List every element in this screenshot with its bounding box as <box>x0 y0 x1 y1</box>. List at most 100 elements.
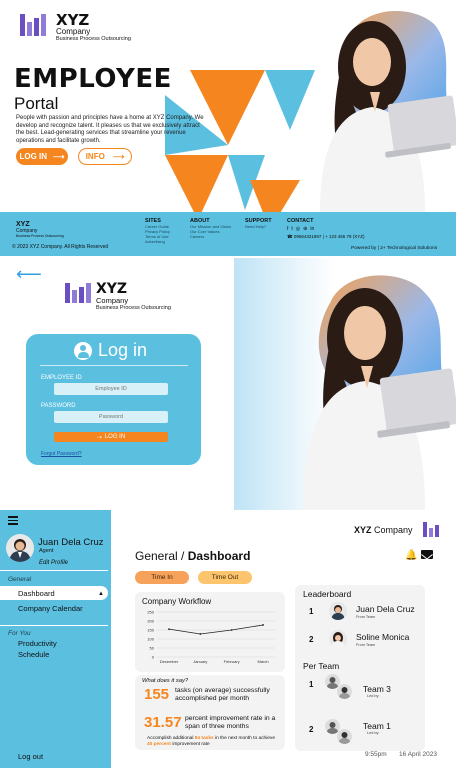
brand-logo-icon <box>20 14 46 36</box>
employee-id-input[interactable] <box>54 383 168 395</box>
insight-footer-b: 84 tasks <box>194 736 214 741</box>
series-line <box>168 624 264 635</box>
team-leader: Led by: <box>367 731 380 735</box>
edit-profile-link[interactable]: Edit Profile <box>39 560 68 566</box>
divider <box>0 625 108 626</box>
leader-rank: 1 <box>309 607 314 616</box>
login-title: Log in <box>98 340 148 360</box>
breadcrumb: General / Dashboard <box>135 549 250 563</box>
breadcrumb-section[interactable]: General <box>135 549 178 563</box>
divider <box>0 570 108 571</box>
insight-footer-d: 40 percent <box>147 742 171 747</box>
x-tick-label: December <box>160 659 179 664</box>
nav-section-general: General <box>8 576 32 583</box>
login-submit-label: LOG IN <box>104 434 126 440</box>
x-tick-label: January <box>193 659 207 664</box>
time-in-button[interactable]: Time In <box>135 571 189 584</box>
leader-name: Soline Monica <box>356 632 410 642</box>
mail-icon[interactable] <box>421 550 433 560</box>
footer-link[interactable]: Advertising <box>145 239 170 244</box>
data-point <box>199 633 202 635</box>
info-button-label: INFO <box>85 152 105 161</box>
stat-improvement-value: 31.57 <box>144 714 182 731</box>
team-avatar <box>337 684 352 699</box>
stat-improvement-text: percent improvement rate in a span of th… <box>185 715 276 730</box>
password-input[interactable] <box>54 411 168 423</box>
per-team-title: Per Team <box>303 661 340 671</box>
footer-link[interactable]: Need Help? <box>245 224 272 229</box>
login-header: Log in <box>74 340 147 361</box>
user-circle-icon <box>74 341 92 360</box>
web-icon[interactable]: ⊕ <box>303 226 307 232</box>
y-tick-label: 250 <box>147 610 154 615</box>
nav-item-schedule[interactable]: Schedule <box>18 650 49 659</box>
footer-contact: CONTACT f t ◎ ⊕ in ☎ 09564321897 | + 123… <box>287 218 364 240</box>
insight-title: What does it say? <box>142 678 189 684</box>
footer-link[interactable]: Careers <box>190 234 231 239</box>
brand-block: XYZ Company Business Process Outsourcing <box>56 13 131 43</box>
facebook-icon[interactable]: f <box>287 226 288 232</box>
leader-avatar <box>329 630 347 648</box>
y-tick-label: 50 <box>150 646 155 651</box>
info-button[interactable]: INFO ⟶ <box>78 148 132 165</box>
y-tick-label: 150 <box>147 628 154 633</box>
forgot-password-link[interactable]: Forgot Password? <box>41 451 82 457</box>
back-arrow-icon[interactable]: ⟵ <box>16 264 42 285</box>
logout-button[interactable]: Log out <box>18 752 43 761</box>
footer-support: SUPPORT Need Help? <box>245 218 272 229</box>
nav-item-productivity[interactable]: Productivity <box>18 639 57 648</box>
team-name: Team 1 <box>363 721 391 731</box>
stat-tasks-text: tasks (on average) successfully accompli… <box>175 687 270 702</box>
login-button[interactable]: LOG IN ⟶ <box>16 148 68 165</box>
dashboard-section: Juan Dela Cruz Agent Edit Profile Genera… <box>0 510 456 768</box>
brand-name: XYZ <box>96 281 128 297</box>
login-button-label: LOG IN <box>19 152 48 161</box>
team-rank: 1 <box>309 680 314 689</box>
nav-item-company-calendar[interactable]: Company Calendar <box>18 604 83 613</box>
sidebar: Juan Dela Cruz Agent Edit Profile Genera… <box>0 510 111 768</box>
current-time: 9:55pm <box>365 751 387 758</box>
brand-name: XYZ <box>56 11 90 29</box>
landing-section: XYZ Company Business Process Outsourcing… <box>0 0 456 258</box>
phone-icon: ☎ <box>287 234 293 239</box>
time-out-button[interactable]: Time Out <box>198 571 252 584</box>
header-brand-company: Company <box>374 525 413 535</box>
insight-card: What does it say? 155 tasks (on average)… <box>135 675 285 750</box>
insight-footer-e: improvement rate <box>171 742 210 747</box>
team-rank: 2 <box>309 725 314 734</box>
instagram-icon[interactable]: ◎ <box>296 226 300 232</box>
user-avatar[interactable] <box>6 534 34 562</box>
workflow-line-chart: 0 50 100 150 200 250 December January February Ma… <box>147 610 275 664</box>
linkedin-icon[interactable]: in <box>310 226 314 232</box>
divider <box>40 365 188 366</box>
employee-id-label: EMPLOYEE ID <box>41 375 82 381</box>
y-tick-label: 200 <box>147 619 154 624</box>
login-card: Log in EMPLOYEE ID PASSWORD ⇢ LOG IN For… <box>26 334 201 465</box>
notification-bell-icon[interactable]: 🔔 <box>405 550 417 561</box>
user-role: Agent <box>39 548 54 554</box>
powered-by: Powered by | 2+ Technological Solutions <box>351 246 438 251</box>
twitter-icon[interactable]: t <box>291 226 292 232</box>
footer-contact-title: CONTACT <box>287 218 314 224</box>
leaderboard-title: Leaderboard <box>303 589 352 599</box>
menu-icon[interactable] <box>8 516 18 525</box>
nav-item-label: Dashboard <box>18 589 55 598</box>
header-brand-name: XYZ <box>354 525 372 535</box>
workflow-card: Company Workflow 0 50 100 150 200 250 December… <box>135 592 285 672</box>
breadcrumb-separator: / <box>181 549 185 563</box>
password-label: PASSWORD <box>41 403 76 409</box>
insight-footer-c: in the next month to achieve <box>213 736 276 741</box>
arrow-right-icon: ⟶ <box>112 152 125 161</box>
footer-copyright: © 2023 XYZ Company. All Rights Reserved <box>12 244 109 250</box>
login-submit-button[interactable]: ⇢ LOG IN <box>54 432 168 442</box>
insight-footer-a: Accomplish additional <box>147 736 195 741</box>
brand-logo-icon <box>65 283 91 303</box>
y-tick-label: 0 <box>152 655 155 660</box>
nav-item-dashboard[interactable]: Dashboard ▲ <box>0 586 108 600</box>
cursor-icon: ▲ <box>98 591 104 597</box>
x-tick-label: March <box>257 659 268 664</box>
footer-about: ABOUT Our Mission and Vision Our Core Va… <box>190 218 231 239</box>
data-point <box>168 628 170 630</box>
hero-subtitle: Portal <box>14 94 59 113</box>
arrow-right-icon: ⟶ <box>53 152 65 161</box>
